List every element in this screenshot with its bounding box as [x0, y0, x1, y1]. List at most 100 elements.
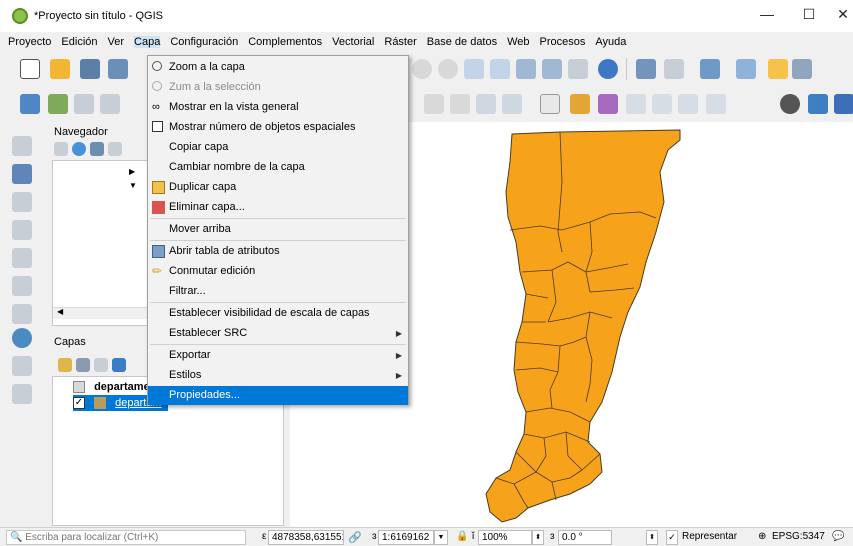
- menu-item-move-up[interactable]: Mover arriba: [148, 220, 408, 239]
- render-checkbox[interactable]: ✓: [666, 530, 678, 545]
- menu-proyecto[interactable]: Proyecto: [8, 36, 51, 48]
- label-hide-icon[interactable]: [706, 94, 726, 114]
- identify-icon[interactable]: [636, 59, 656, 79]
- help-icon[interactable]: [834, 94, 853, 114]
- undo-icon[interactable]: [476, 94, 496, 114]
- checkbox-icon[interactable]: [152, 121, 163, 132]
- menu-edicion[interactable]: Edición: [61, 36, 97, 48]
- menu-item-toggle-editing[interactable]: ✏ Conmutar edición: [148, 262, 408, 281]
- scale-dropdown-icon[interactable]: ▼: [434, 530, 448, 545]
- add-wms-icon[interactable]: [12, 276, 32, 296]
- add-wcs-icon[interactable]: [12, 328, 32, 348]
- python-console-icon[interactable]: [780, 94, 800, 114]
- menu-complementos[interactable]: Complementos: [248, 36, 322, 48]
- collapse-arrow-icon[interactable]: ▼: [129, 181, 137, 190]
- layer-visibility-checkbox[interactable]: ✓: [73, 397, 85, 410]
- deselect-icon[interactable]: [736, 59, 756, 79]
- select-features-icon[interactable]: [700, 59, 720, 79]
- new-layer-icon[interactable]: [48, 94, 68, 114]
- layer-style-icon[interactable]: [58, 358, 72, 372]
- filter-legend-icon[interactable]: [112, 358, 126, 372]
- messages-icon[interactable]: 💬: [832, 531, 844, 542]
- menu-item-duplicate-layer[interactable]: Duplicar capa: [148, 178, 408, 197]
- add-delimited-text-icon[interactable]: [12, 248, 32, 268]
- plugin-icon[interactable]: [808, 94, 828, 114]
- zoom-selection-toolbar-icon[interactable]: [516, 59, 536, 79]
- add-group-icon[interactable]: [76, 358, 90, 372]
- menu-item-feature-count[interactable]: Mostrar número de objetos espaciales: [148, 118, 408, 137]
- menu-item-filter[interactable]: Filtrar...: [148, 282, 408, 301]
- menu-item-remove-layer[interactable]: Eliminar capa...: [148, 198, 408, 217]
- menu-ayuda[interactable]: Ayuda: [595, 36, 626, 48]
- menu-item-scale-visibility[interactable]: Establecer visibilidad de escala de capa…: [148, 304, 408, 323]
- scale-field[interactable]: 1:6169162: [378, 530, 434, 545]
- menu-item-open-attribute-table[interactable]: Abrir tabla de atributos: [148, 242, 408, 261]
- add-spatialite-icon[interactable]: [12, 220, 32, 240]
- crs-globe-icon[interactable]: ⊕: [758, 531, 766, 542]
- label-rotate-icon[interactable]: [652, 94, 672, 114]
- add-selected-icon[interactable]: [54, 142, 68, 156]
- coordinate-field[interactable]: 4878358,6315517: [268, 530, 344, 545]
- toggle-extents-icon[interactable]: 🔗: [348, 531, 362, 544]
- menu-ver[interactable]: Ver: [108, 36, 125, 48]
- crs-button[interactable]: EPSG:5347: [772, 531, 825, 542]
- layer-row[interactable]: departame: [73, 379, 150, 395]
- manage-themes-icon[interactable]: [94, 358, 108, 372]
- menu-capa[interactable]: Capa: [134, 36, 161, 48]
- menu-item-zoom-layer[interactable]: Zoom a la capa: [148, 58, 408, 77]
- add-postgis-icon[interactable]: [12, 192, 32, 212]
- menu-configuracion[interactable]: Configuración: [170, 36, 238, 48]
- filter-browser-icon[interactable]: [90, 142, 104, 156]
- redo-icon[interactable]: [502, 94, 522, 114]
- menu-web[interactable]: Web: [507, 36, 529, 48]
- menu-item-copy-layer[interactable]: Copiar capa: [148, 138, 408, 157]
- menu-raster[interactable]: Ráster: [384, 36, 416, 48]
- rotation-spinner-icon[interactable]: ⬍: [646, 530, 658, 545]
- paste-icon[interactable]: [424, 94, 444, 114]
- magnifier-spinner-icon[interactable]: ⬍: [532, 530, 544, 545]
- add-wfs-icon[interactable]: [12, 304, 32, 324]
- zoom-last-icon[interactable]: [542, 59, 562, 79]
- data-source-manager-icon[interactable]: [20, 94, 40, 114]
- statistics-icon[interactable]: [792, 59, 812, 79]
- copy-icon[interactable]: [450, 94, 470, 114]
- zoom-next-icon[interactable]: [568, 59, 588, 79]
- close-button[interactable]: ✕: [833, 6, 853, 23]
- expand-arrow-icon[interactable]: ▶: [129, 167, 135, 176]
- menu-procesos[interactable]: Procesos: [540, 36, 586, 48]
- zoom-out-icon[interactable]: [438, 59, 458, 79]
- open-project-icon[interactable]: [50, 59, 70, 79]
- label-change-icon[interactable]: [678, 94, 698, 114]
- new-project-icon[interactable]: [20, 59, 40, 79]
- scroll-left-icon[interactable]: ◀: [57, 307, 63, 316]
- add-vector-layer-icon[interactable]: [12, 136, 32, 156]
- maximize-button[interactable]: ☐: [799, 6, 819, 23]
- label-pin-icon[interactable]: [570, 94, 590, 114]
- menu-item-export[interactable]: Exportar ▶: [148, 346, 408, 365]
- menu-item-show-overview[interactable]: ∞ Mostrar en la vista general: [148, 98, 408, 117]
- zoom-layer-toolbar-icon[interactable]: [490, 59, 510, 79]
- menu-item-properties[interactable]: Propiedades...: [148, 386, 408, 405]
- save-project-icon[interactable]: [80, 59, 100, 79]
- menu-item-set-crs[interactable]: Establecer SRC ▶: [148, 324, 408, 343]
- menu-item-rename-layer[interactable]: Cambiar nombre de la capa: [148, 158, 408, 177]
- save-as-icon[interactable]: [108, 59, 128, 79]
- magnifier-field[interactable]: 100%: [478, 530, 532, 545]
- refresh-icon[interactable]: [598, 59, 618, 79]
- minimize-button[interactable]: —: [757, 6, 777, 22]
- lock-scale-icon[interactable]: 🔒: [456, 531, 468, 542]
- rotation-field[interactable]: 0.0 °: [558, 530, 612, 545]
- measure-icon[interactable]: [664, 59, 684, 79]
- add-vector-icon[interactable]: [74, 94, 94, 114]
- menu-vectorial[interactable]: Vectorial: [332, 36, 374, 48]
- collapse-all-icon[interactable]: [108, 142, 122, 156]
- menu-item-styles[interactable]: Estilos ▶: [148, 366, 408, 385]
- add-raster-layer-icon[interactable]: [12, 164, 32, 184]
- field-calculator-icon[interactable]: [768, 59, 788, 79]
- refresh-browser-icon[interactable]: [72, 142, 86, 156]
- add-virtual-layer-icon[interactable]: [12, 356, 32, 376]
- label-move-icon[interactable]: [626, 94, 646, 114]
- locator-input[interactable]: 🔍 Escriba para localizar (Ctrl+K): [6, 530, 246, 545]
- digitize-icon[interactable]: [100, 94, 120, 114]
- menu-base-de-datos[interactable]: Base de datos: [427, 36, 497, 48]
